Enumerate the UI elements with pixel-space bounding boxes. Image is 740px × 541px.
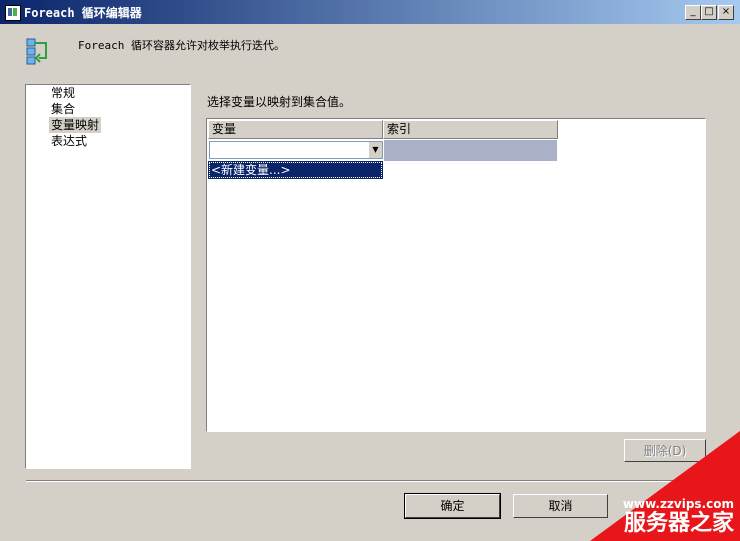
ok-button[interactable]: 确定 — [404, 493, 501, 519]
nav-item-variable-mappings[interactable]: 变量映射 — [49, 117, 102, 133]
variable-mapping-grid[interactable]: 变量 索引 ▼ <新建变量...> — [206, 118, 706, 432]
nav-item-collection[interactable]: 集合 — [49, 101, 77, 117]
column-header-variable[interactable]: 变量 — [208, 120, 383, 139]
foreach-loop-icon — [26, 38, 47, 65]
header-description: Foreach 循环容器允许对枚举执行迭代。 — [78, 39, 285, 52]
page-nav-list[interactable]: 常规 集合 变量映射 表达式 — [25, 84, 191, 469]
watermark: www.zzvips.com 服务器之家 — [590, 431, 740, 541]
minimize-button[interactable]: _ — [685, 5, 701, 20]
window-title: Foreach 循环编辑器 — [24, 6, 142, 20]
instruction-text: 选择变量以映射到集合值。 — [207, 95, 352, 109]
nav-item-general[interactable]: 常规 — [49, 85, 77, 101]
watermark-name: 服务器之家 — [623, 511, 734, 536]
new-variable-option[interactable]: <新建变量...> — [208, 161, 383, 179]
index-cell[interactable] — [384, 140, 557, 161]
nav-item-expressions[interactable]: 表达式 — [49, 133, 89, 149]
variable-combobox[interactable]: ▼ — [209, 141, 383, 159]
title-bar[interactable]: Foreach 循环编辑器 _ □ × — [0, 0, 740, 24]
app-icon — [5, 5, 21, 21]
chevron-down-icon[interactable]: ▼ — [368, 142, 382, 158]
column-header-index[interactable]: 索引 — [383, 120, 558, 139]
maximize-button[interactable]: □ — [701, 5, 717, 20]
close-button[interactable]: × — [718, 5, 734, 20]
